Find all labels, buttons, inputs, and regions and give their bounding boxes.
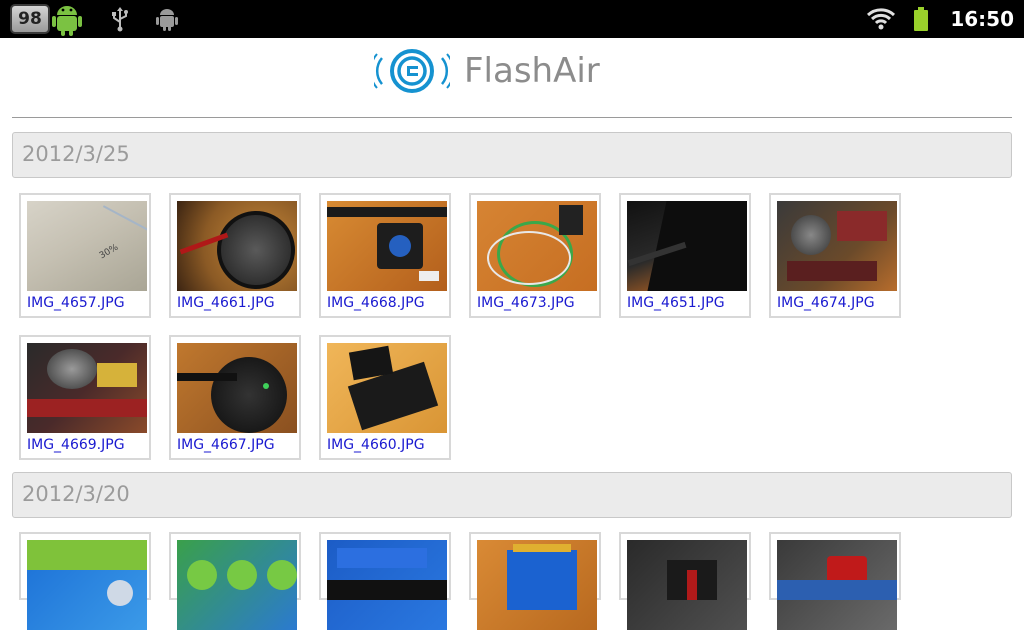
photo-image[interactable]: 30% — [27, 201, 147, 291]
file-link[interactable]: IMG_4668.JPG — [327, 295, 425, 311]
notification-area: 98 — [10, 2, 178, 36]
photo-thumbnail[interactable]: IMG_4661.JPG — [169, 193, 301, 318]
photo-thumbnail[interactable] — [19, 532, 151, 630]
photo-thumbnail[interactable]: IMG_4668.JPG — [319, 193, 451, 318]
photo-image[interactable] — [177, 540, 297, 630]
photo-image[interactable] — [627, 540, 747, 630]
file-link[interactable]: IMG_4667.JPG — [177, 437, 275, 453]
file-link[interactable]: IMG_4673.JPG — [477, 295, 575, 311]
photo-thumbnail[interactable]: IMG_4674.JPG — [769, 193, 901, 318]
photo-image[interactable] — [327, 201, 447, 291]
photo-image[interactable] — [27, 540, 147, 630]
photo-image[interactable] — [477, 201, 597, 291]
photo-thumbnail[interactable]: IMG_4651.JPG — [619, 193, 751, 318]
photo-thumbnail[interactable]: IMG_4673.JPG — [469, 193, 601, 318]
wifi-icon — [867, 8, 896, 30]
photo-image[interactable] — [777, 540, 897, 630]
file-link[interactable]: IMG_4657.JPG — [27, 295, 125, 311]
photo-thumbnail[interactable]: 30% IMG_4657.JPG — [19, 193, 151, 318]
logo-text: FlashAir — [464, 51, 600, 91]
file-link[interactable]: IMG_4660.JPG — [327, 437, 425, 453]
android-icon — [52, 6, 82, 36]
photo-image[interactable] — [627, 201, 747, 291]
clock: 16:50 — [950, 7, 1014, 31]
file-link[interactable]: IMG_4651.JPG — [627, 295, 725, 311]
date-label: 2012/3/25 — [22, 142, 130, 166]
debug-android-icon — [156, 9, 178, 31]
notification-badge: 98 — [10, 4, 50, 34]
system-tray: 16:50 — [866, 0, 1014, 38]
photo-thumbnail[interactable]: IMG_4667.JPG — [169, 335, 301, 460]
photo-image[interactable] — [27, 343, 147, 433]
file-link[interactable]: IMG_4661.JPG — [177, 295, 275, 311]
date-header: 2012/3/25 — [12, 132, 1012, 178]
flashair-logo-icon — [374, 49, 450, 93]
photo-thumbnail[interactable] — [769, 532, 901, 630]
file-link[interactable]: IMG_4669.JPG — [27, 437, 125, 453]
photo-image[interactable] — [777, 201, 897, 291]
photo-thumbnail[interactable] — [169, 532, 301, 630]
date-header: 2012/3/20 — [12, 472, 1012, 518]
photo-image[interactable] — [327, 540, 447, 630]
photo-image[interactable] — [177, 343, 297, 433]
file-link[interactable]: IMG_4674.JPG — [777, 295, 875, 311]
photo-thumbnail[interactable]: IMG_4660.JPG — [319, 335, 451, 460]
flashair-logo: FlashAir — [374, 46, 600, 96]
photo-thumbnail[interactable] — [469, 532, 601, 630]
photo-image[interactable] — [327, 343, 447, 433]
status-bar: 98 16:50 — [0, 0, 1024, 38]
usb-icon — [112, 7, 128, 32]
photo-image[interactable] — [177, 201, 297, 291]
app-header: FlashAir — [0, 38, 1024, 118]
date-label: 2012/3/20 — [22, 482, 130, 506]
photo-thumbnail[interactable]: IMG_4669.JPG — [19, 335, 151, 460]
battery-icon — [914, 7, 929, 31]
photo-thumbnail[interactable] — [319, 532, 451, 630]
photo-image[interactable] — [477, 540, 597, 630]
photo-thumbnail[interactable] — [619, 532, 751, 630]
header-divider — [12, 117, 1012, 118]
